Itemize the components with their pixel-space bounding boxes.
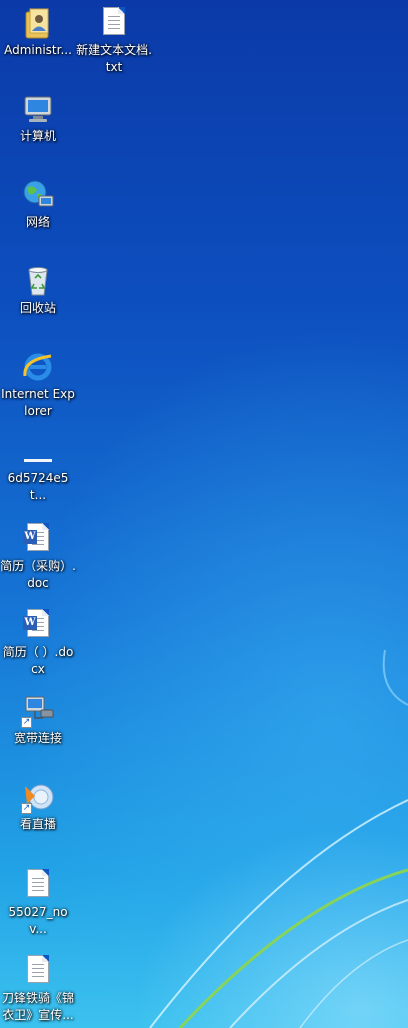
icon-label: 6d5724e5t... (7, 471, 69, 502)
icon-label: 简历（ ）.docx (2, 645, 74, 676)
live-stream-icon: ↗ (21, 780, 55, 814)
desktop-icon-55027-nov[interactable]: 55027_nov... (0, 868, 76, 938)
computer-icon (21, 92, 55, 126)
desktop-icon-administrator[interactable]: Administr... (0, 6, 76, 59)
word-document-icon: W (21, 608, 55, 642)
icon-label: Internet Explorer (1, 387, 75, 418)
desktop-icon-live-stream[interactable]: ↗ 看直播 (0, 780, 76, 833)
desktop-icon-new-text-document[interactable]: 新建文本文档.txt (76, 6, 152, 76)
desktop-icon-resume-doc[interactable]: W 简历（采购）.doc (0, 522, 76, 592)
icon-label: 计算机 (19, 129, 56, 143)
desktop-icon-internet-explorer[interactable]: Internet Explorer (0, 350, 76, 420)
text-file-icon (21, 868, 55, 902)
word-document-icon: W (21, 522, 55, 556)
icon-label: 看直播 (19, 817, 56, 831)
desktop-icon-network[interactable]: 网络 (0, 178, 76, 231)
desktop-icon-recycle-bin[interactable]: 回收站 (0, 264, 76, 317)
icon-label: 新建文本文档.txt (76, 43, 152, 74)
desktop-icon-broadband-connection[interactable]: ↗ 宽带连接 (0, 694, 76, 747)
network-icon (21, 178, 55, 212)
internet-explorer-icon (21, 350, 55, 384)
broadband-connection-icon: ↗ (21, 694, 55, 728)
desktop-icon-6d5724e5t[interactable]: 6d5724e5t... (0, 452, 76, 504)
icon-label: 刀锋铁骑《锦衣卫》宣传... (1, 991, 74, 1022)
text-file-icon (97, 6, 131, 40)
desktop-icon-daofeng-tieqi[interactable]: 刀锋铁骑《锦衣卫》宣传... (0, 954, 76, 1024)
icon-label: Administr... (4, 43, 72, 57)
desktop-icon-resume-docx[interactable]: W 简历（ ）.docx (0, 608, 76, 678)
user-folder-icon (21, 6, 55, 40)
desktop-icon-computer[interactable]: 计算机 (0, 92, 76, 145)
icon-label: 简历（采购）.doc (0, 559, 76, 590)
icon-label: 宽带连接 (13, 731, 62, 745)
recycle-bin-icon (21, 264, 55, 298)
text-file-icon (21, 954, 55, 988)
icon-label: 回收站 (19, 301, 56, 315)
icon-label: 55027_nov... (8, 905, 68, 936)
icon-label: 网络 (25, 215, 50, 229)
blank-file-icon (21, 452, 55, 468)
